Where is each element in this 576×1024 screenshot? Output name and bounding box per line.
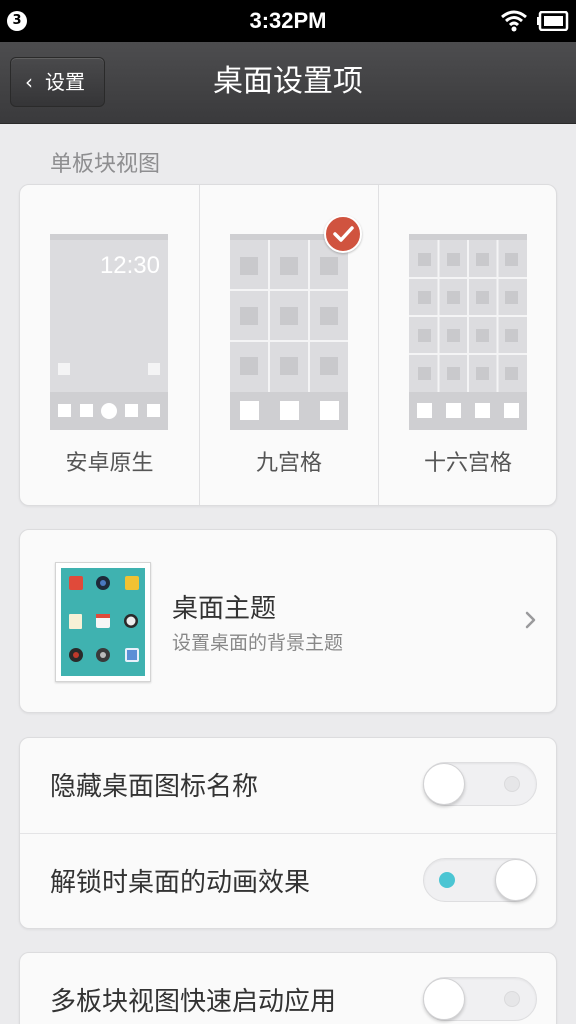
title-bar: ‹ 设置 桌面设置项	[0, 42, 576, 124]
app-icons	[69, 576, 139, 662]
layout-label: 十六宫格	[423, 451, 512, 476]
theme-thumbnail	[55, 562, 151, 682]
selected-check-icon	[324, 215, 362, 253]
layout-option-3x3[interactable]: 九宫格	[199, 185, 378, 505]
setting-label: 解锁时桌面的动画效果	[50, 868, 311, 898]
setting-row-unlock-animation: 解锁时桌面的动画效果	[20, 834, 556, 929]
setting-row-hide-icon-names: 隐藏桌面图标名称	[20, 738, 556, 833]
chevron-right-icon	[524, 610, 538, 634]
toggle-settings-card: 多板块视图快速启动应用	[19, 952, 557, 1024]
layout-label: 安卓原生	[65, 451, 154, 476]
battery-icon	[537, 10, 569, 35]
page-title: 桌面设置项	[213, 64, 363, 99]
setting-row-quick-launch: 多板块视图快速启动应用	[20, 953, 556, 1024]
status-bar: 3 3:32PM	[0, 0, 576, 42]
android-layout-preview: 12:30	[50, 234, 168, 430]
preview-dock	[50, 392, 168, 430]
hide-icon-names-toggle[interactable]	[423, 762, 537, 806]
layout-option-android[interactable]: 12:30 安卓原生	[20, 185, 199, 505]
layout-option-4x4[interactable]: 十六宫格	[378, 185, 557, 505]
quick-launch-toggle[interactable]	[423, 977, 537, 1021]
preview-icon	[58, 363, 70, 375]
layout-label: 九宫格	[255, 451, 322, 476]
toggle-settings-card: 隐藏桌面图标名称 解锁时桌面的动画效果	[19, 737, 557, 929]
preview-icon	[148, 363, 160, 375]
theme-title: 桌面主题	[172, 594, 277, 624]
layout-options-card: 12:30 安卓原生 九宫格 十六宫格	[19, 184, 557, 506]
section-label: 单板块视图	[50, 152, 161, 177]
setting-label: 隐藏桌面图标名称	[50, 772, 259, 802]
unlock-animation-toggle[interactable]	[423, 858, 537, 902]
desktop-theme-item[interactable]: 桌面主题 设置桌面的背景主题	[19, 529, 557, 713]
grid-3x3-layout-preview	[230, 234, 348, 430]
preview-clock: 12:30	[99, 252, 160, 279]
status-time: 3:32PM	[249, 8, 327, 33]
wifi-icon	[501, 10, 527, 36]
theme-subtitle: 设置桌面的背景主题	[172, 632, 344, 654]
grid-4x4-layout-preview	[409, 234, 527, 430]
setting-label: 多板块视图快速启动应用	[50, 987, 337, 1017]
